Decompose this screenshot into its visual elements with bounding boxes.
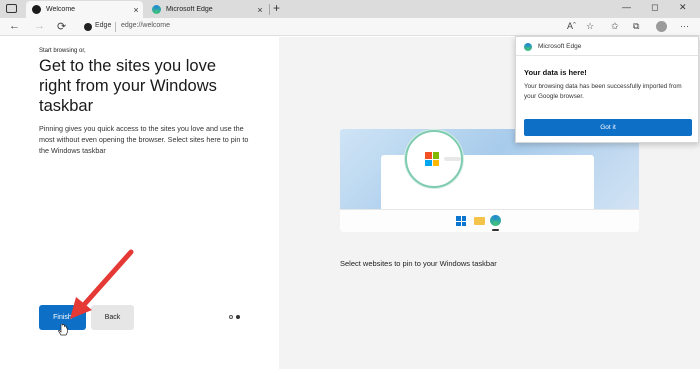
tab-microsoft-edge[interactable]: Microsoft Edge × [146,1,267,18]
close-window-button[interactable]: ✕ [679,2,687,13]
eyebrow-text: Start browsing or, [39,48,86,54]
active-indicator [492,229,499,231]
illustration-taskbar [340,209,639,232]
collections-icon[interactable]: ⧉ [633,21,639,32]
page-title: Get to the sites you love right from you… [39,57,217,115]
tab-separator [269,4,270,15]
favorites-icon[interactable]: ✩ [611,21,619,32]
taskbar-illustration [340,129,639,232]
forward-arrow-icon[interactable]: → [34,20,45,32]
tab-label: Welcome [46,6,76,13]
illustration-placeholder-line [444,157,461,161]
profile-avatar-icon[interactable] [656,21,667,32]
close-icon[interactable]: × [253,5,267,15]
new-tab-button[interactable]: + [273,2,280,15]
read-aloud-icon[interactable]: Aˆ [567,21,576,31]
pagination-dot[interactable] [229,315,233,319]
edge-logo-icon [152,5,161,14]
folder-icon [474,217,485,225]
tab-welcome[interactable]: Welcome × [26,1,143,18]
got-it-button[interactable]: Got it [524,119,692,136]
cursor-hand-icon [58,324,68,336]
edge-logo-icon [524,43,532,51]
pagination-dot-active[interactable] [236,315,240,319]
toolbar: ← → ⟳ Edge edge://welcome Aˆ ☆ ✩ ⧉ ··· [0,18,700,36]
minimize-button[interactable]: — [622,2,631,12]
import-notification-popup: Microsoft Edge Your data is here! Your b… [515,36,699,143]
popup-divider [516,55,698,56]
edge-logo-icon [84,23,92,31]
edge-logo-icon [32,5,41,14]
pin-caption: Select websites to pin to your Windows t… [340,259,497,268]
microsoft-logo-icon [425,152,439,166]
url-text[interactable]: edge://welcome [121,22,170,29]
refresh-icon[interactable]: ⟳ [57,20,66,33]
popup-app-name: Microsoft Edge [538,43,582,50]
close-icon[interactable]: × [129,5,143,15]
tab-strip: Welcome × Microsoft Edge × + — ◻ ✕ [0,0,700,18]
settings-more-icon[interactable]: ··· [680,21,689,31]
tab-label: Microsoft Edge [166,6,213,13]
favorite-star-icon[interactable]: ☆ [586,21,594,32]
annotation-arrow [70,249,134,319]
popup-message: Your browsing data has been successfully… [524,83,682,100]
tab-actions-icon[interactable] [6,4,17,13]
address-divider [115,22,116,32]
description-text: Pinning gives you quick access to the si… [39,124,249,155]
windows-logo-icon [456,216,466,226]
site-label: Edge [95,22,112,29]
back-arrow-icon[interactable]: ← [9,20,20,32]
popup-title: Your data is here! [524,68,587,77]
edge-logo-icon [490,215,501,226]
maximize-button[interactable]: ◻ [651,2,658,13]
